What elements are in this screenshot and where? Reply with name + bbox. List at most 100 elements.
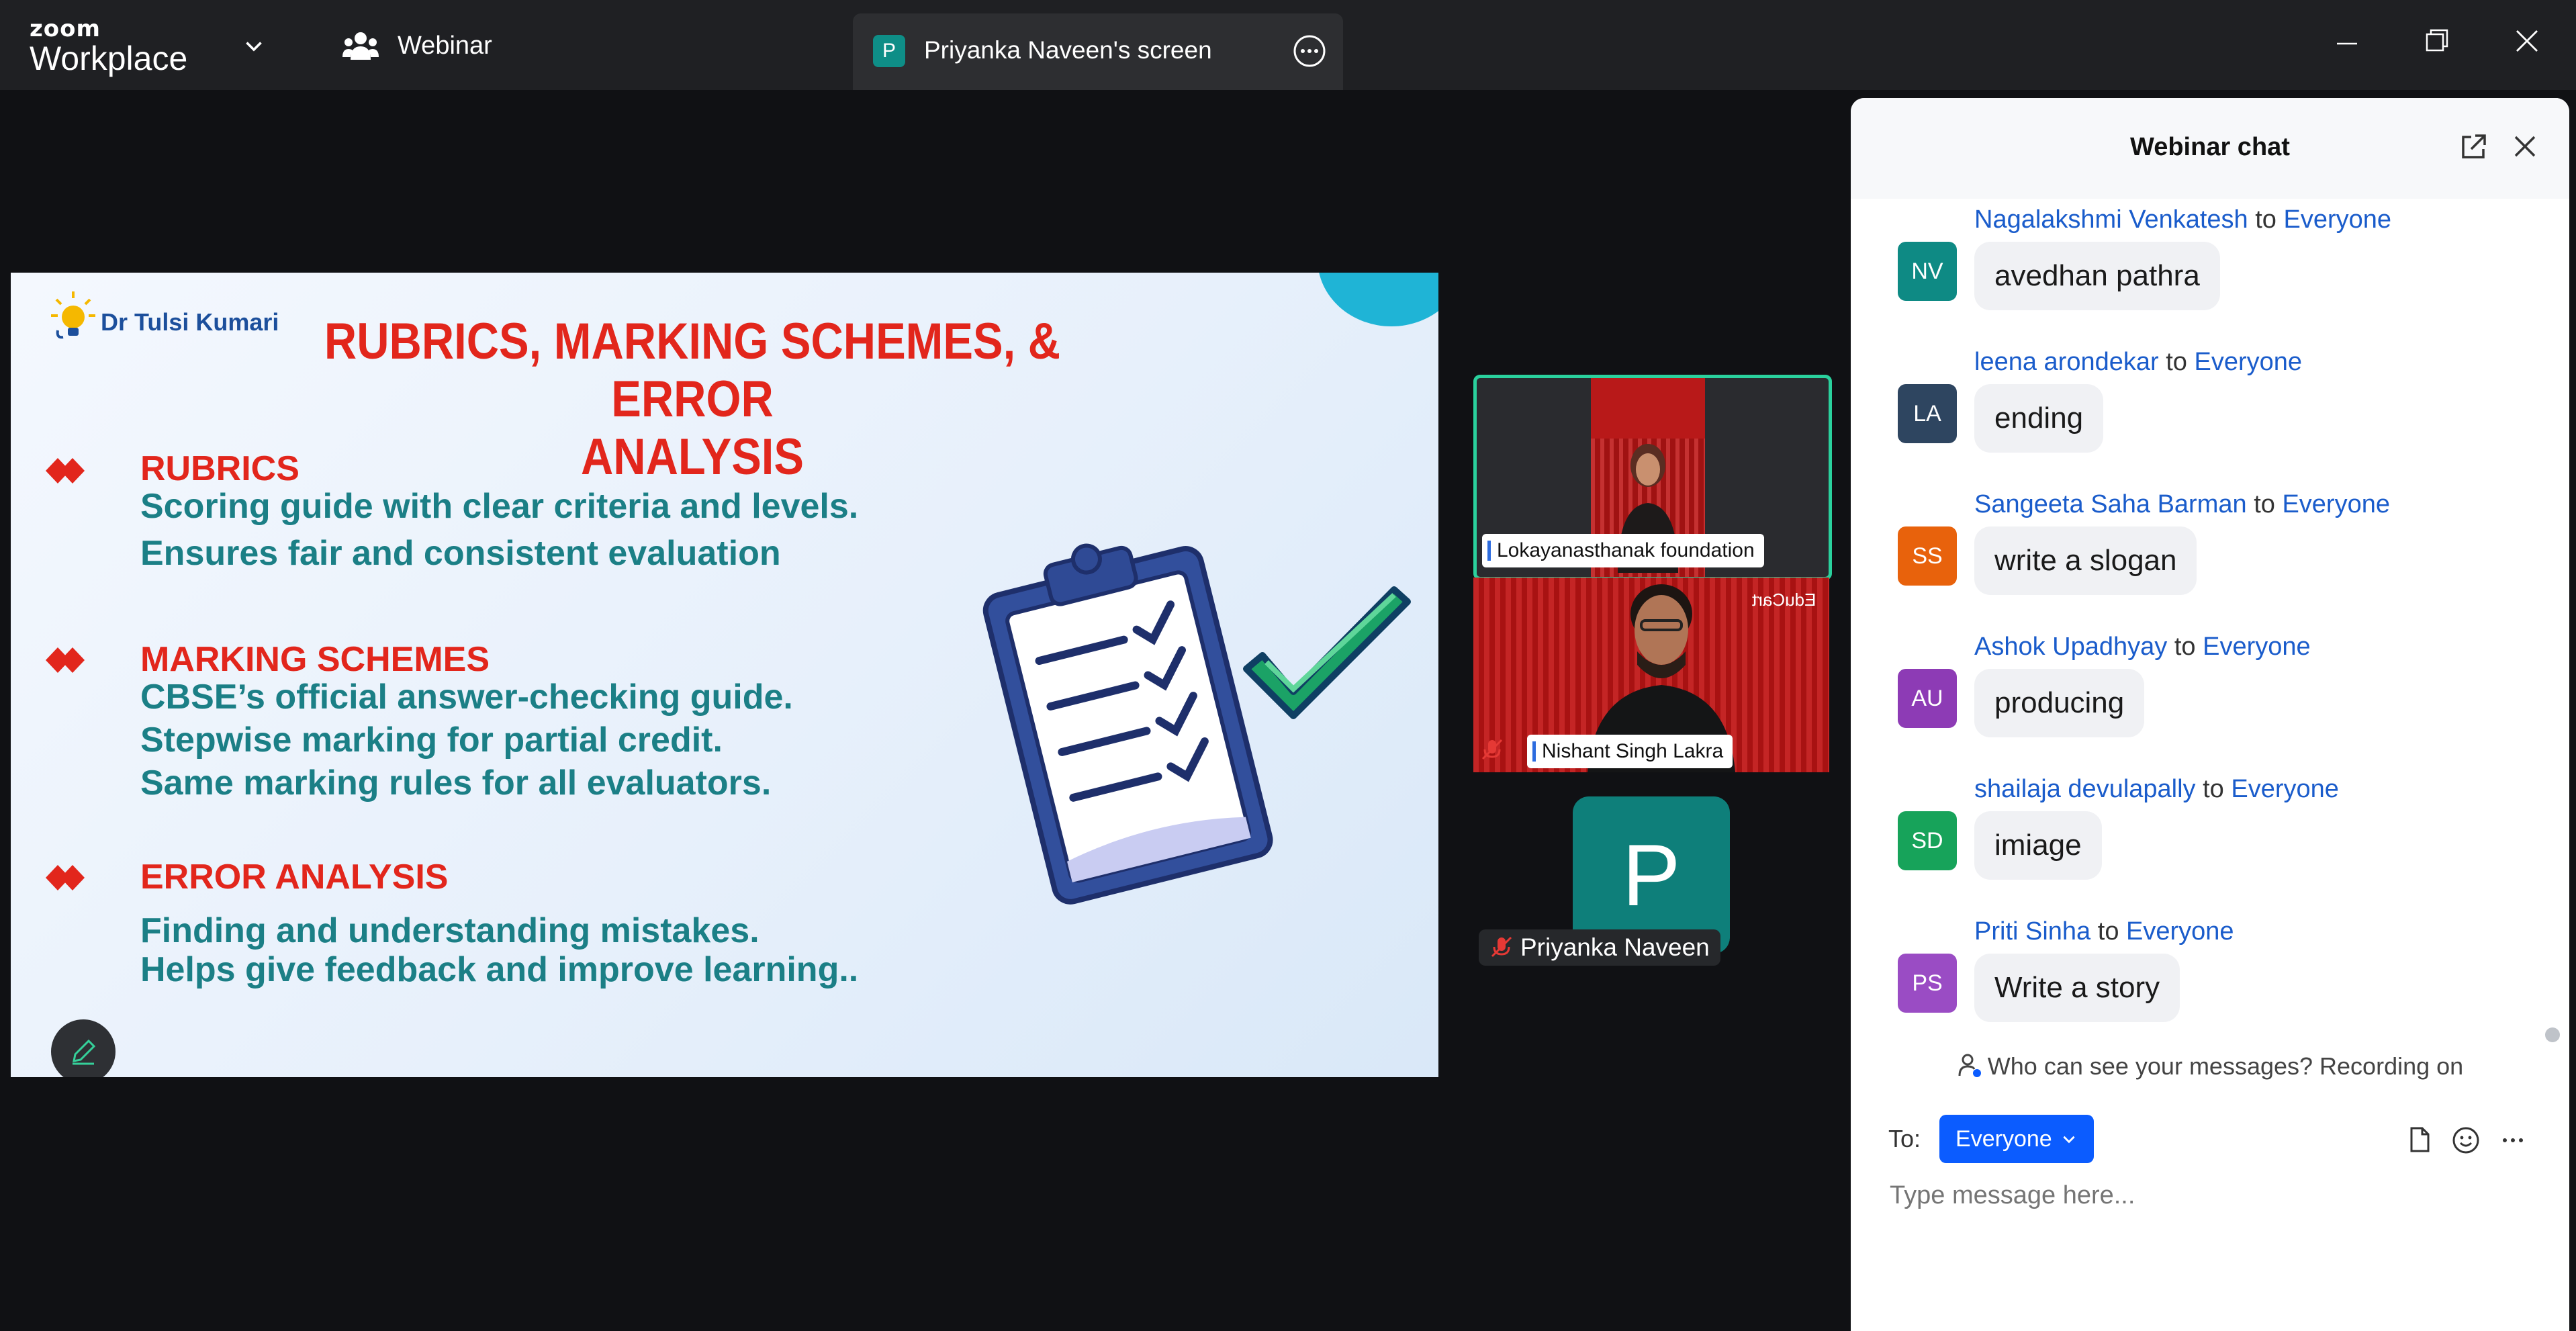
message-header: Nagalakshmi Venkatesh to Everyone	[1974, 205, 2391, 234]
to-label: To:	[1888, 1125, 1921, 1152]
logo-workplace-text: Workplace	[30, 40, 188, 77]
title-bar: zoom Workplace Webinar P Priyanka Naveen…	[0, 0, 2576, 90]
message-bubble: ending	[1974, 384, 2104, 453]
avatar: SD	[1898, 811, 1957, 870]
recipient-select-value: Everyone	[1956, 1126, 2052, 1152]
chat-message-input[interactable]	[1888, 1181, 2495, 1211]
emoji-icon[interactable]	[2451, 1126, 2481, 1155]
sender-name[interactable]: leena arondekar	[1974, 348, 2159, 376]
recipient-name[interactable]: Everyone	[2282, 490, 2390, 518]
lightbulb-icon	[51, 291, 95, 339]
shared-screen-label: Priyanka Naveen's screen	[924, 36, 1212, 64]
slide-title-line-1: RUBRICS, MARKING SCHEMES, & ERROR	[324, 313, 1061, 428]
video-tile-nishant[interactable]: EduCart Nishant Singh Lakra	[1473, 578, 1829, 772]
message-bubble: Write a story	[1974, 954, 2180, 1022]
section-line: Ensures fair and consistent evaluation	[140, 534, 781, 573]
minimize-icon[interactable]	[2330, 27, 2364, 60]
section-heading-rubrics: RUBRICS	[140, 449, 300, 488]
sender-name[interactable]: Nagalakshmi Venkatesh	[1974, 205, 2248, 234]
annotate-button[interactable]	[51, 1019, 116, 1077]
recipient-select[interactable]: Everyone	[1939, 1115, 2094, 1163]
message-header: Priti Sinha to Everyone	[1974, 917, 2234, 946]
sender-name[interactable]: shailaja devulapally	[1974, 775, 2196, 803]
logo-zoom-text: zoom	[30, 15, 101, 42]
to-word: to	[2203, 775, 2224, 803]
avatar: PS	[1898, 954, 1957, 1013]
webinar-chat-panel: Webinar chat NV Nagalakshmi Venkatesh to…	[1851, 98, 2569, 1331]
participant-name-label: Lokayanasthanak foundation	[1482, 534, 1764, 567]
slide-corner-decoration	[1318, 273, 1438, 326]
section-line: Same marking rules for all evaluators.	[140, 764, 772, 802]
section-line: CBSE’s official answer-checking guide.	[140, 678, 793, 717]
to-word: to	[2254, 490, 2275, 518]
close-icon[interactable]	[2512, 133, 2538, 160]
section-line: Finding and understanding mistakes.	[140, 911, 760, 950]
diamond-bullet-icon	[46, 647, 85, 673]
message-bubble: producing	[1974, 669, 2145, 737]
chat-scrollbar-thumb[interactable]	[2545, 1027, 2560, 1042]
sender-name[interactable]: Ashok Upadhyay	[1974, 633, 2167, 661]
sender-name[interactable]: Sangeeta Saha Barman	[1974, 490, 2247, 518]
chevron-down-icon	[2063, 1136, 2075, 1144]
section-heading-error-analysis: ERROR ANALYSIS	[140, 858, 449, 897]
diamond-bullet-icon	[46, 865, 85, 890]
recipient-name[interactable]: Everyone	[2126, 917, 2234, 946]
recipient-name[interactable]: Everyone	[2203, 633, 2311, 661]
slide-author-logo: Dr Tulsi Kumari	[50, 290, 279, 344]
webinar-button[interactable]: Webinar	[342, 27, 492, 64]
privacy-notice-text: Who can see your messages? Recording on	[1987, 1052, 2464, 1080]
chat-message-list[interactable]: NV Nagalakshmi Venkatesh to Everyone ave…	[1851, 199, 2549, 1126]
slide-author: Dr Tulsi Kumari	[101, 308, 279, 336]
chevron-down-icon[interactable]	[242, 34, 266, 58]
privacy-person-icon	[1958, 1054, 1981, 1077]
popout-icon[interactable]	[2456, 130, 2490, 164]
more-horizontal-icon[interactable]	[2498, 1126, 2528, 1155]
muted-mic-icon	[1477, 735, 1507, 764]
privacy-notice[interactable]: Who can see your messages? Recording on	[1851, 1052, 2569, 1081]
participants-icon	[342, 32, 379, 60]
message-header: Sangeeta Saha Barman to Everyone	[1974, 490, 2390, 519]
file-icon[interactable]	[2405, 1126, 2434, 1154]
tab-shared-screen[interactable]: P Priyanka Naveen's screen	[853, 13, 1343, 90]
muted-mic-icon	[1491, 936, 1512, 958]
to-word: to	[2255, 205, 2276, 234]
to-word: to	[2097, 917, 2119, 946]
recipient-name[interactable]: Everyone	[2284, 205, 2392, 234]
sender-name[interactable]: Priti Sinha	[1974, 917, 2090, 946]
shared-slide: Dr Tulsi Kumari RUBRICS, MARKING SCHEMES…	[11, 273, 1438, 1077]
chat-message: SS Sangeeta Saha Barman to Everyone writ…	[1851, 490, 2549, 633]
participant-name-label: Nishant Singh Lakra	[1527, 735, 1733, 768]
video-tile-lokayanasthanak[interactable]: Lokayanasthanak foundation	[1473, 375, 1832, 580]
slide-title: RUBRICS, MARKING SCHEMES, & ERROR ANALYS…	[317, 313, 1068, 486]
sharer-badge: P	[873, 35, 905, 67]
recipient-row: To: Everyone	[1888, 1115, 2094, 1163]
message-bubble: write a slogan	[1974, 526, 2197, 595]
participant-name-label: Priyanka Naveen	[1479, 929, 1720, 966]
chat-message: SD shailaja devulapally to Everyone imia…	[1851, 775, 2549, 917]
restore-icon[interactable]	[2420, 24, 2454, 58]
section-heading-marking-schemes: MARKING SCHEMES	[140, 640, 490, 679]
pencil-icon	[73, 1039, 96, 1065]
chat-header: Webinar chat	[1851, 98, 2569, 199]
chat-message: LA leena arondekar to Everyone ending	[1851, 348, 2549, 490]
section-line: Scoring guide with clear criteria and le…	[140, 487, 859, 526]
webinar-label: Webinar	[398, 31, 492, 60]
diamond-bullet-icon	[46, 458, 85, 484]
avatar: AU	[1898, 669, 1957, 728]
clipboard-checklist-icon	[982, 543, 1411, 905]
chat-message: NV Nagalakshmi Venkatesh to Everyone ave…	[1851, 205, 2549, 348]
zoom-workplace-logo: zoom Workplace	[30, 17, 187, 75]
to-word: to	[2174, 633, 2196, 661]
close-window-icon[interactable]	[2510, 24, 2544, 58]
participant-name: Priyanka Naveen	[1520, 933, 1710, 961]
video-overlay-text: EduCart	[1751, 590, 1816, 610]
recipient-name[interactable]: Everyone	[2194, 348, 2302, 376]
recipient-name[interactable]: Everyone	[2231, 775, 2339, 803]
message-header: leena arondekar to Everyone	[1974, 348, 2302, 377]
message-bubble: avedhan pathra	[1974, 242, 2220, 310]
section-line: Stepwise marking for partial credit.	[140, 721, 723, 760]
message-header: Ashok Upadhyay to Everyone	[1974, 633, 2311, 661]
chat-message: AU Ashok Upadhyay to Everyone producing	[1851, 633, 2549, 775]
more-options-icon[interactable]	[1292, 34, 1327, 68]
avatar: SS	[1898, 526, 1957, 586]
